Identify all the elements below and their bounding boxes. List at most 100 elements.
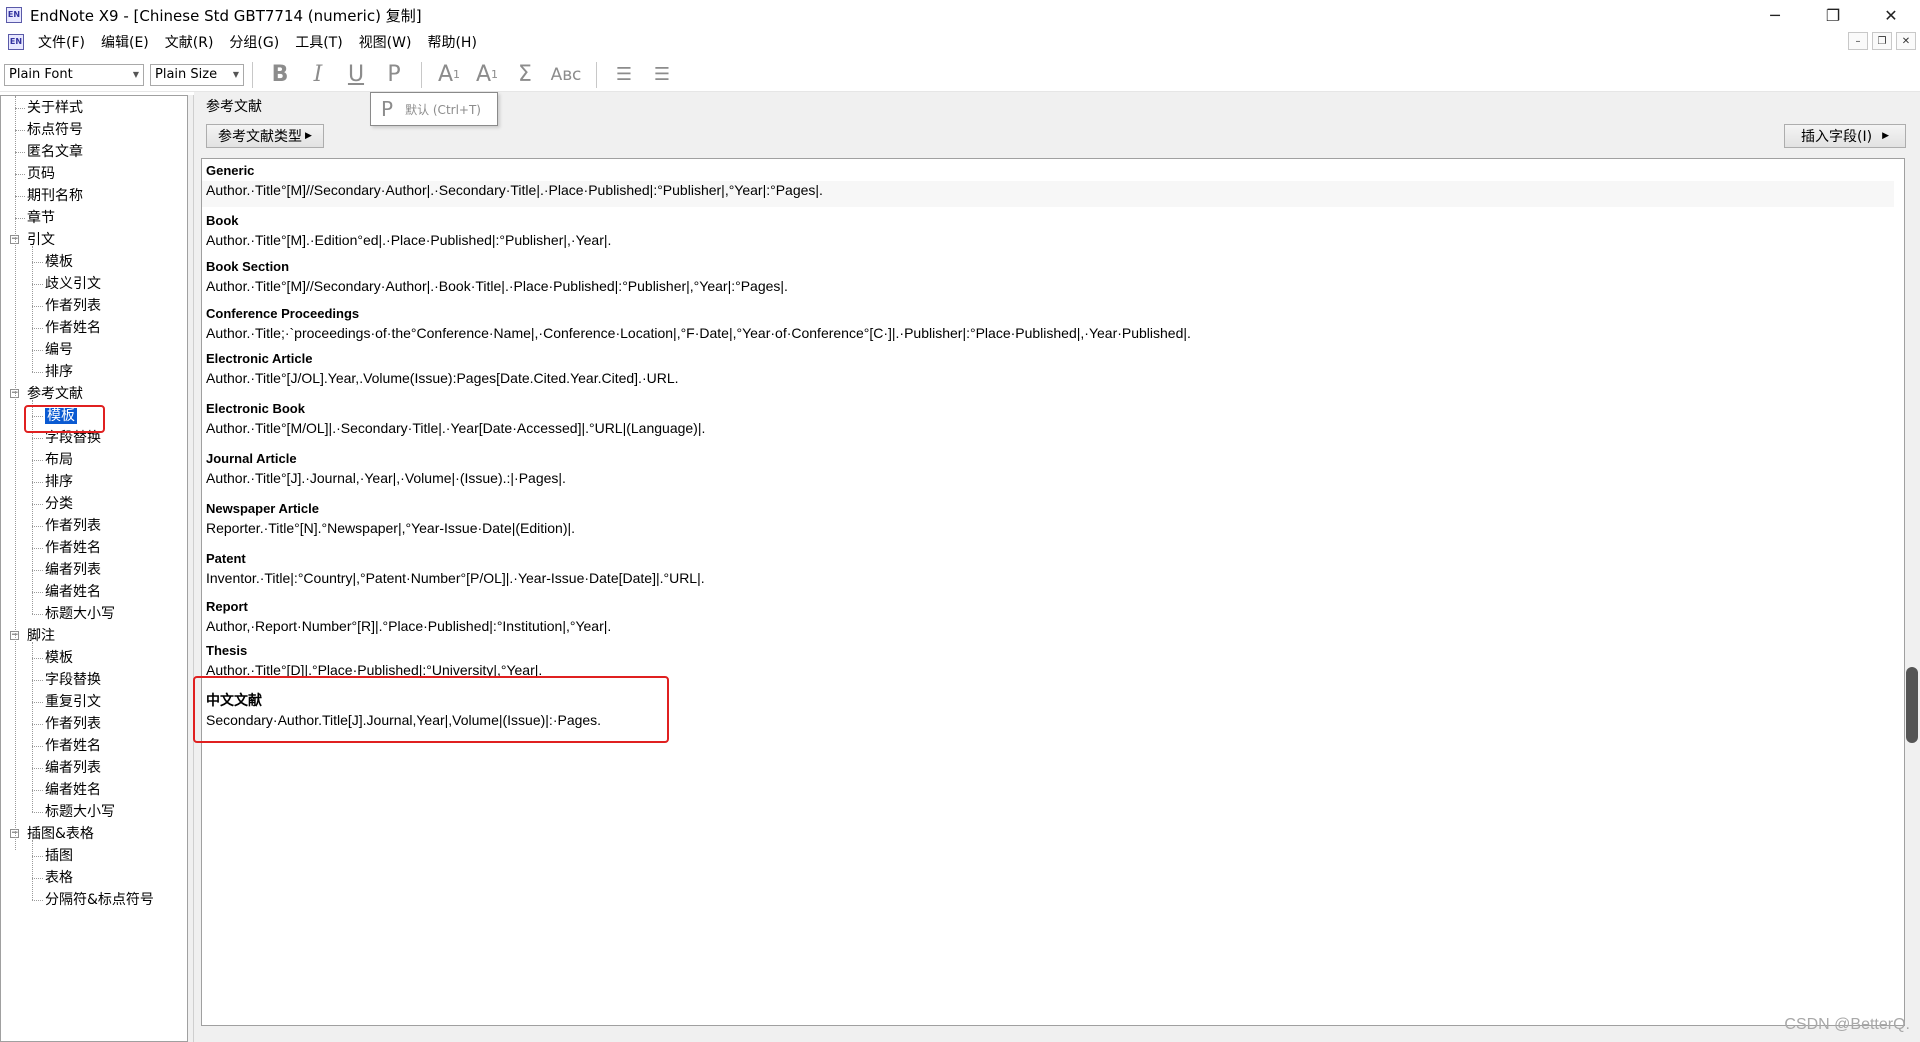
title-bar: EN EndNote X9 - [Chinese Std GBT7714 (nu…: [0, 0, 1920, 30]
reference-type-heading: Report: [206, 599, 248, 614]
tree-item[interactable]: 标点符号: [27, 120, 83, 140]
tree-item[interactable]: 分类: [45, 494, 73, 514]
tree-item[interactable]: 编者姓名: [45, 780, 101, 800]
tree-item[interactable]: 编者列表: [45, 758, 101, 778]
tree-item[interactable]: 编者列表: [45, 560, 101, 580]
reference-template-line[interactable]: Author,·Report·Number°[R]|.°Place·Publis…: [206, 618, 611, 634]
template-editor[interactable]: Generic Author.·Title°[M]//Secondary·Auth…: [201, 158, 1905, 1026]
section-title: 参考文献: [206, 99, 262, 115]
align-left-icon[interactable]: ☰: [605, 60, 643, 90]
tree-connector: [32, 246, 33, 372]
tree-connector: [32, 724, 43, 725]
symbol-button[interactable]: Σ: [506, 60, 544, 90]
reference-template-line[interactable]: Inventor.·Title|:°Country|,°Patent·Numbe…: [206, 570, 705, 586]
reference-type-heading: Conference Proceedings: [206, 306, 360, 321]
size-combo[interactable]: Plain Size ▼: [150, 63, 244, 86]
menu-window[interactable]: 视图(W): [351, 32, 420, 52]
insert-field-label: 插入字段(I): [1801, 129, 1873, 145]
tree-item-label: 字段替换: [45, 672, 101, 688]
reference-type-heading: Book Section: [206, 259, 290, 274]
tree-connector: [32, 328, 43, 329]
tree-connector: [15, 130, 25, 131]
tree-connector: [32, 856, 43, 857]
close-icon[interactable]: ✕: [1862, 0, 1920, 30]
tree-item[interactable]: 标题大小写: [45, 604, 115, 624]
tree-item[interactable]: 匿名文章: [27, 142, 83, 162]
tree-item[interactable]: 模板: [45, 648, 73, 668]
tree-item-label: 编者列表: [45, 562, 101, 578]
insert-field-button[interactable]: 插入字段(I) ▶: [1784, 124, 1906, 148]
tree-item[interactable]: 标题大小写: [45, 802, 115, 822]
menu-tools[interactable]: 工具(T): [287, 32, 350, 52]
tree-item[interactable]: 页码: [27, 164, 55, 184]
tree-item[interactable]: 插图: [45, 846, 73, 866]
reference-template-line[interactable]: Reporter.·Title°[N].°Newspaper|,°Year-Is…: [206, 520, 575, 536]
doc-close-icon[interactable]: ✕: [1896, 32, 1916, 50]
tree-item[interactable]: 作者姓名: [45, 538, 101, 558]
menu-references[interactable]: 文献(R): [157, 32, 222, 52]
tree-item[interactable]: 作者列表: [45, 516, 101, 536]
tree-item[interactable]: 关于样式: [27, 98, 83, 118]
tree-connector: [32, 702, 43, 703]
reference-template-line[interactable]: Author.·Title°[J/OL].Year,.Volume(Issue)…: [206, 370, 679, 386]
tree-item-label: 作者姓名: [45, 320, 101, 336]
doc-minimize-icon[interactable]: –: [1848, 32, 1868, 50]
tree-connector: [32, 680, 43, 681]
font-combo[interactable]: Plain Font ▼: [4, 63, 144, 86]
tree-item[interactable]: 参考文献: [27, 384, 83, 404]
tree-item[interactable]: 作者姓名: [45, 736, 101, 756]
tree-item[interactable]: 作者列表: [45, 714, 101, 734]
bold-button[interactable]: B: [261, 60, 299, 90]
restore-icon[interactable]: ❐: [1804, 0, 1862, 30]
tree-item[interactable]: 歧义引文: [45, 274, 101, 294]
reference-template-line[interactable]: Author.·Title°[J].·Journal,·Year|,·Volum…: [206, 470, 566, 486]
align-center-icon[interactable]: ☰: [643, 60, 681, 90]
reference-template-line[interactable]: Author.·Title°[M]//Secondary·Author|.·Se…: [206, 182, 823, 198]
tree-item[interactable]: 编号: [45, 340, 73, 360]
tree-item[interactable]: 布局: [45, 450, 73, 470]
scrollbar-thumb[interactable]: [1906, 667, 1918, 743]
reference-template-line[interactable]: Author.·Title°[M]//Secondary·Author|.·Bo…: [206, 278, 788, 294]
tree-item-label: 表格: [45, 870, 73, 886]
underline-button[interactable]: U: [337, 60, 375, 90]
menu-help[interactable]: 帮助(H): [419, 32, 484, 52]
reference-template-line[interactable]: Author.·Title°[M].·Edition°ed|.·Place·Pu…: [206, 232, 611, 248]
tree-item[interactable]: 排序: [45, 362, 73, 382]
tree-item[interactable]: 章节: [27, 208, 55, 228]
menu-edit[interactable]: 编辑(E): [93, 32, 157, 52]
tree-item[interactable]: 插图&表格: [27, 824, 94, 844]
tree-item[interactable]: 字段替换: [45, 670, 101, 690]
tree-connector: [32, 284, 43, 285]
reference-type-button[interactable]: 参考文献类型 ▶: [206, 124, 324, 148]
document-icon[interactable]: EN: [8, 34, 24, 50]
tree-connector: [32, 658, 43, 659]
plain-button[interactable]: P: [375, 60, 413, 90]
tree-item[interactable]: 作者列表: [45, 296, 101, 316]
subscript-button[interactable]: A1: [468, 60, 506, 90]
tree-item-label: 布局: [45, 452, 73, 468]
font-combo-value: Plain Font: [9, 67, 73, 82]
reference-template-line[interactable]: Author.·Title°[M/OL]|.·Secondary·Title|.…: [206, 420, 705, 436]
italic-button[interactable]: I: [299, 60, 337, 90]
doc-restore-icon[interactable]: ❐: [1872, 32, 1892, 50]
small-caps-button[interactable]: Aʙᴄ: [544, 60, 588, 90]
tree-item[interactable]: 期刊名称: [27, 186, 83, 206]
tree-item[interactable]: 重复引文: [45, 692, 101, 712]
tree-item[interactable]: 编者姓名: [45, 582, 101, 602]
reference-template-line[interactable]: Author.·Title;·`proceedings·of·the°Confe…: [206, 325, 1191, 341]
minimize-icon[interactable]: ─: [1746, 0, 1804, 30]
tree-item[interactable]: 分隔符&标点符号: [45, 890, 154, 910]
tree-connector: [15, 108, 25, 109]
menu-groups[interactable]: 分组(G): [221, 32, 287, 52]
tree-connector: [32, 592, 43, 593]
size-combo-value: Plain Size: [155, 67, 218, 82]
tree-connector: [32, 812, 43, 813]
menu-file[interactable]: 文件(F): [30, 32, 93, 52]
superscript-button[interactable]: A1: [430, 60, 468, 90]
tree-item[interactable]: 模板: [45, 252, 73, 272]
tree-item[interactable]: 表格: [45, 868, 73, 888]
tree-item[interactable]: 排序: [45, 472, 73, 492]
reference-type-heading: Electronic Article: [206, 351, 313, 366]
window-title: EndNote X9 - [Chinese Std GBT7714 (numer…: [30, 6, 422, 25]
tree-item[interactable]: 作者姓名: [45, 318, 101, 338]
